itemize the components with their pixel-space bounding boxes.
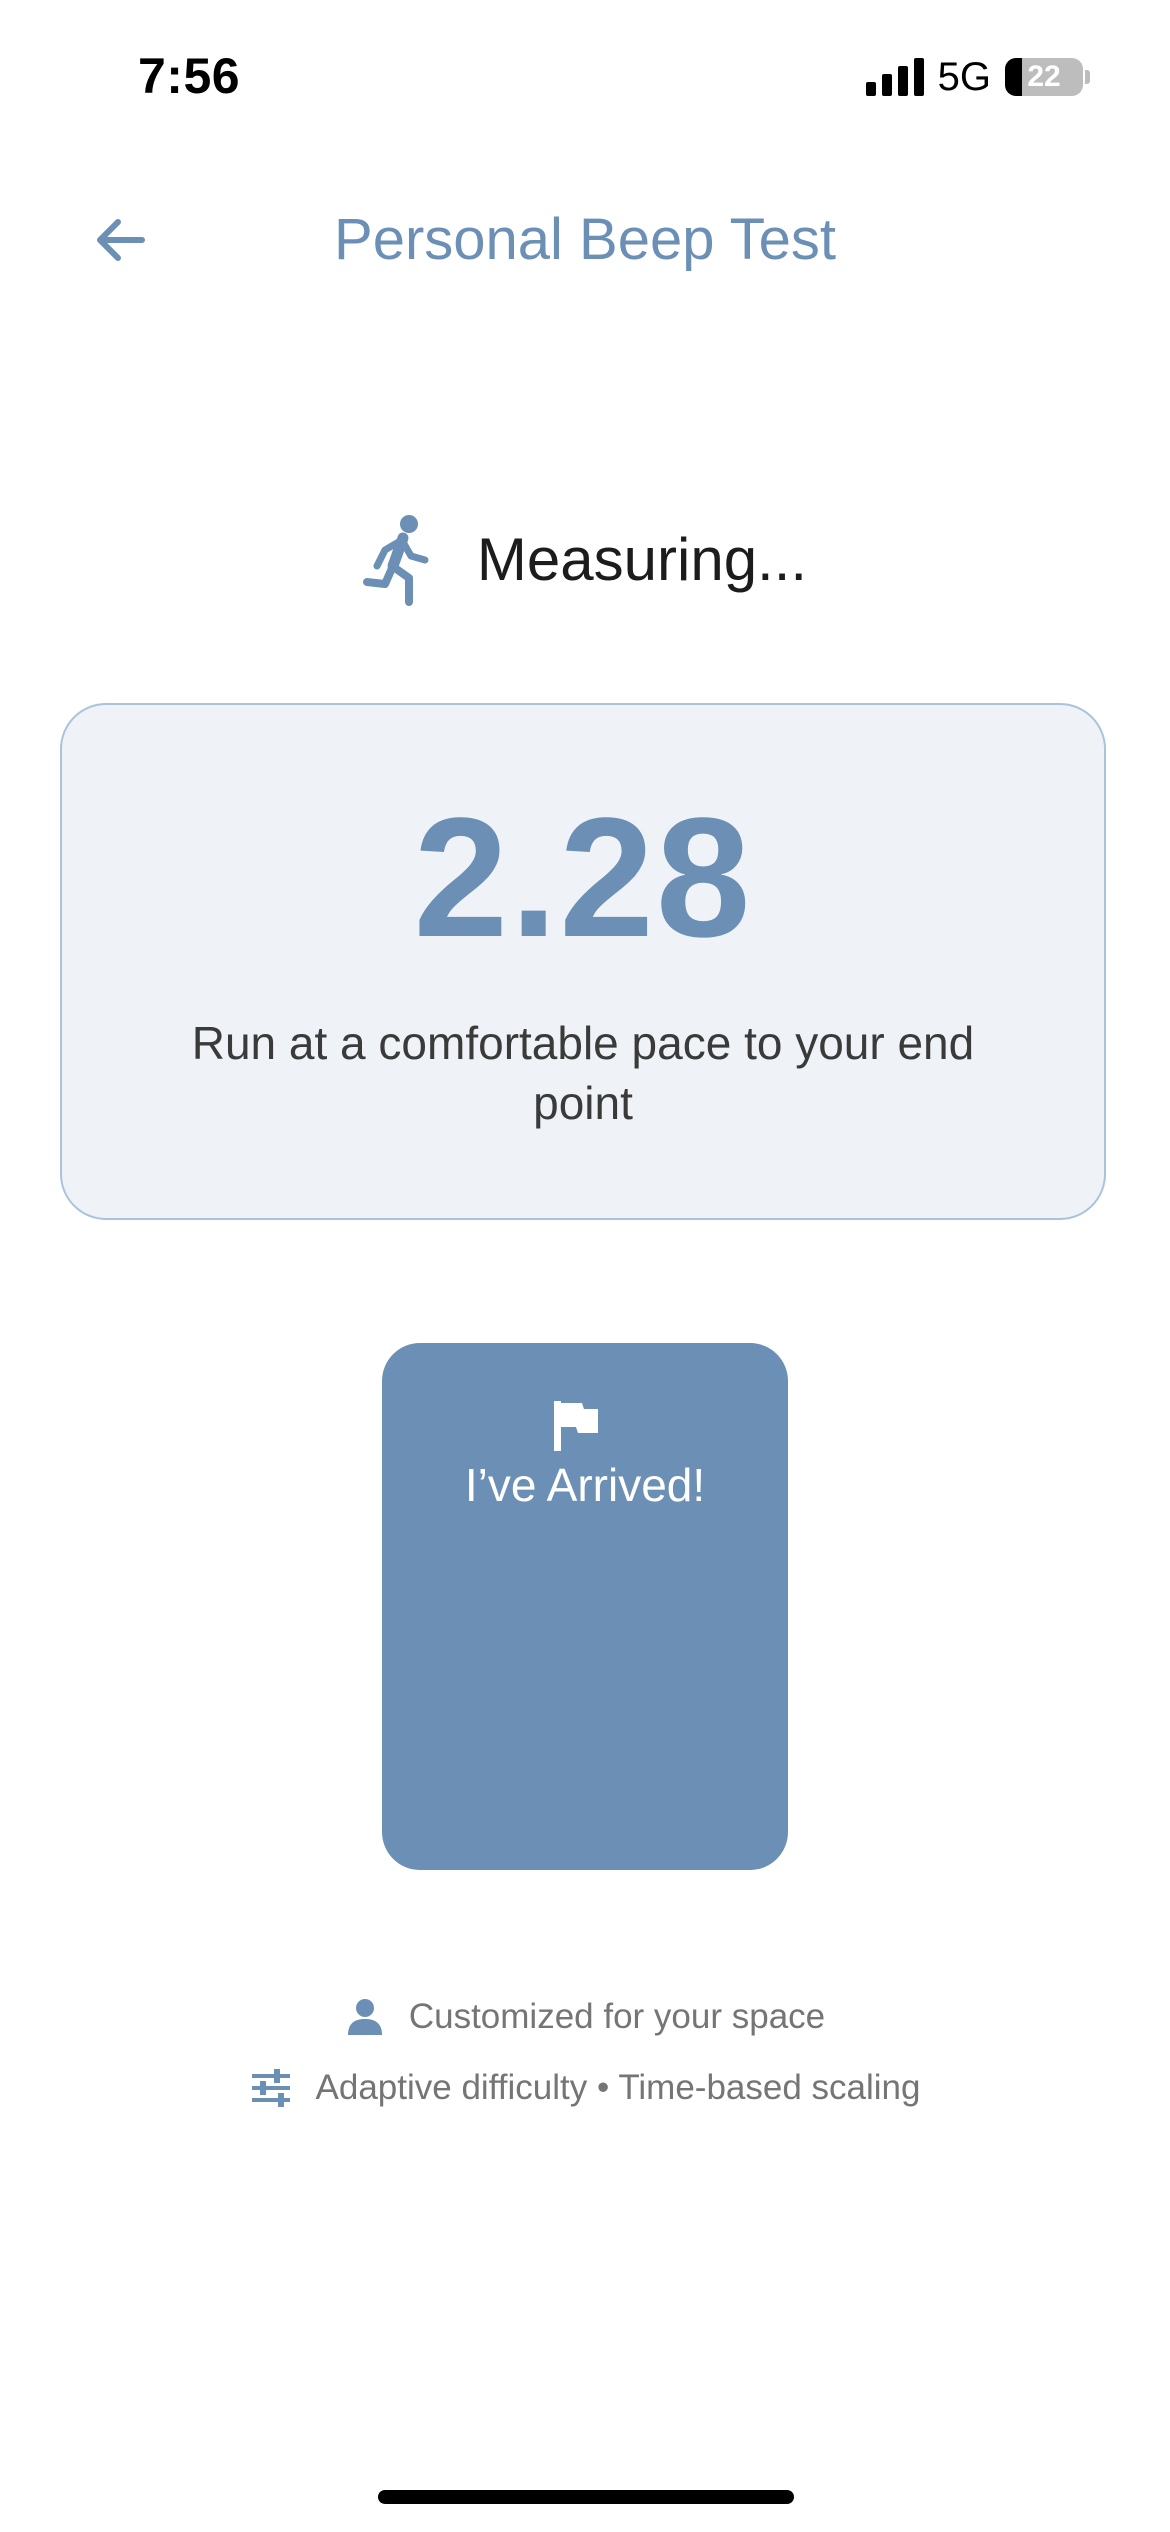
battery-cap (1085, 70, 1090, 84)
running-person-icon (362, 515, 429, 606)
info-adaptive: Adaptive difficulty • Time-based scaling (0, 2058, 1170, 2118)
network-type-label: 5G (937, 55, 991, 99)
measuring-status: Measuring... (0, 510, 1170, 610)
status-bar-time: 7:56 (138, 48, 241, 104)
sliders-icon (251, 2069, 290, 2107)
arrived-button-label: I’ve Arrived! (464, 1459, 706, 1511)
status-bar-indicators: 5G 22 (865, 52, 1090, 102)
arrived-button[interactable]: I’ve Arrived! (382, 1343, 788, 1870)
battery-icon: 22 (1005, 58, 1083, 96)
info-customized: Customized for your space (0, 1987, 1170, 2047)
measurement-card: 2.28 Run at a comfortable pace to your e… (60, 703, 1106, 1220)
person-icon (347, 1999, 382, 2035)
flag-icon (554, 1401, 598, 1451)
measuring-label: Measuring... (476, 526, 808, 593)
battery-level-label: 22 (1027, 60, 1061, 93)
info-adaptive-text: Adaptive difficulty • Time-based scaling (315, 2068, 921, 2107)
measurement-value: 2.28 (413, 783, 753, 973)
measurement-instruction: Run at a comfortable pace to your end po… (191, 1017, 975, 1129)
home-indicator[interactable] (378, 2490, 794, 2504)
info-customized-text: Customized for your space (408, 1997, 826, 2036)
page-title: Personal Beep Test (334, 207, 836, 272)
cellular-signal-icon (865, 58, 924, 96)
